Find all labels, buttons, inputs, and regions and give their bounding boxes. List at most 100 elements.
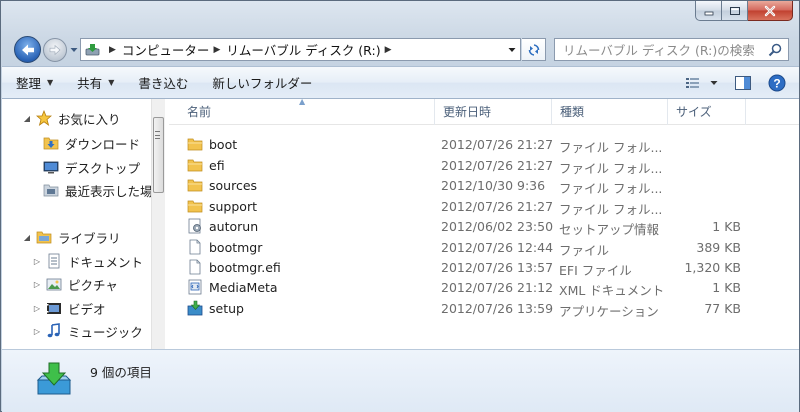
file-icon [187, 259, 203, 275]
collapse-icon[interactable]: ◢ [22, 114, 32, 123]
file-row[interactable]: autorun 2012/06/02 23:50 セットアップ情報 1 KB [169, 216, 799, 237]
file-size: 1 KB [712, 219, 741, 234]
close-button[interactable] [748, 1, 793, 21]
file-size: 389 KB [696, 240, 741, 255]
nav-label: ミュージック [68, 324, 143, 340]
folder-icon [187, 177, 203, 193]
file-size: 1,320 KB [684, 260, 741, 275]
file-list: ▲ 名前 更新日時 種類 サイズ boot 2012/07/26 21:27 フ… [169, 97, 799, 349]
file-name: efi [209, 157, 225, 173]
breadcrumb-separator-icon[interactable]: ▶ [385, 45, 392, 55]
recent-pages-dropdown[interactable] [69, 46, 78, 54]
nav-libraries[interactable]: ◢ ライブラリ [22, 227, 121, 247]
burn-button[interactable]: 書き込む [138, 73, 188, 92]
scrollbar-thumb[interactable] [153, 117, 164, 193]
expand-icon[interactable]: ▷ [32, 327, 42, 336]
toolbar-right: ? [679, 67, 799, 98]
forward-button[interactable] [43, 38, 67, 62]
file-type: セットアップ情報 [559, 222, 660, 237]
file-row[interactable]: support 2012/07/26 21:27 ファイル フォル... [169, 196, 799, 217]
nav-label: デスクトップ [65, 160, 141, 176]
file-date: 2012/10/30 9:36 [441, 178, 546, 193]
nav-label: 最近表示した場所 [65, 183, 151, 199]
navigation-scrollbar[interactable] [151, 99, 165, 349]
scrollbar-grip [155, 131, 160, 139]
nav-pictures[interactable]: ▷ ピクチャ [32, 274, 118, 294]
file-date: 2012/07/26 21:27 [441, 158, 554, 173]
nav-favorites[interactable]: ◢ お気に入り [22, 108, 121, 128]
file-row[interactable]: setup 2012/07/26 13:59 アプリケーション 77 KB [169, 298, 799, 319]
command-bar: 整理 ▼ 共有 ▼ 書き込む 新しいフォルダー ? [2, 66, 799, 99]
nav-label: ダウンロード [65, 136, 141, 152]
nav-videos[interactable]: ▷ ビデオ [32, 298, 106, 318]
file-size: 1 KB [712, 280, 741, 295]
navigation-pane: ◢ お気に入り ダウンロード デスクトップ 最近表示した場所 ◢ ライブラリ [2, 99, 151, 349]
svg-text:?: ? [773, 76, 780, 90]
column-date[interactable]: 更新日時 [435, 99, 552, 125]
column-type[interactable]: 種類 [552, 99, 668, 125]
file-date: 2012/07/26 13:57 [441, 260, 554, 275]
back-button[interactable] [14, 36, 41, 63]
share-button[interactable]: 共有 ▼ [77, 73, 114, 92]
file-row[interactable]: bootmgr.efi 2012/07/26 13:57 EFI ファイル 1,… [169, 257, 799, 278]
column-name[interactable]: 名前 [179, 99, 435, 125]
title-bar[interactable] [1, 1, 799, 31]
maximize-button[interactable] [722, 1, 748, 21]
minimize-button[interactable] [695, 1, 722, 21]
expand-icon[interactable]: ▷ [32, 304, 42, 313]
expand-icon[interactable]: ▷ [32, 280, 42, 289]
file-row[interactable]: efi 2012/07/26 21:27 ファイル フォル... [169, 155, 799, 176]
file-size: 77 KB [704, 301, 741, 316]
chevron-down-icon: ▼ [47, 78, 54, 87]
file-date: 2012/07/26 21:12 [441, 280, 554, 295]
desktop-icon [42, 159, 60, 175]
drive-icon [81, 39, 105, 60]
preview-pane-icon [735, 75, 751, 90]
new-folder-button[interactable]: 新しいフォルダー [212, 73, 312, 92]
chevron-down-icon: ▼ [108, 78, 115, 87]
details-pane: 9 個の項目 [2, 349, 799, 412]
chevron-down-icon [710, 80, 718, 85]
nav-documents[interactable]: ▷ ドキュメント [32, 251, 143, 271]
column-size[interactable]: サイズ [668, 99, 746, 125]
file-row[interactable]: MediaMeta 2012/07/26 21:12 XML ドキュメント 1 … [169, 277, 799, 298]
search-icon[interactable] [767, 42, 783, 58]
recent-places-icon [42, 182, 60, 198]
file-name: setup [209, 300, 244, 316]
search-placeholder: リムーバブル ディスク (R:)の検索 [563, 43, 755, 58]
file-date: 2012/07/26 13:59 [441, 301, 554, 316]
pictures-icon [45, 276, 63, 292]
breadcrumb-separator-icon[interactable]: ▶ [109, 45, 116, 55]
breadcrumb-removable-disk[interactable]: リムーバブル ディスク (R:) [226, 40, 380, 59]
downloads-folder-icon [42, 135, 60, 151]
minimize-icon [704, 11, 713, 15]
breadcrumb-computer[interactable]: コンピューター [122, 40, 210, 59]
view-dropdown-button[interactable] [707, 72, 721, 94]
address-dropdown-icon[interactable] [508, 46, 516, 54]
organize-button[interactable]: 整理 ▼ [16, 73, 53, 92]
file-type: アプリケーション [559, 304, 659, 319]
nav-downloads[interactable]: ダウンロード [42, 133, 140, 153]
folder-icon [187, 198, 203, 214]
view-options-button[interactable] [679, 72, 707, 94]
file-row[interactable]: bootmgr 2012/07/26 12:44 ファイル 389 KB [169, 237, 799, 258]
file-icon [187, 239, 203, 255]
help-button[interactable]: ? [763, 72, 791, 94]
file-date: 2012/07/26 21:27 [441, 199, 554, 214]
search-input[interactable]: リムーバブル ディスク (R:)の検索 [554, 38, 789, 61]
file-row[interactable]: boot 2012/07/26 21:27 ファイル フォル... [169, 134, 799, 155]
refresh-button[interactable] [522, 38, 546, 61]
breadcrumb-separator-icon[interactable]: ▶ [213, 45, 220, 55]
libraries-icon [35, 229, 53, 245]
expand-icon[interactable]: ▷ [32, 257, 42, 266]
nav-music[interactable]: ▷ ミュージック [32, 321, 143, 341]
address-bar[interactable]: ▶ コンピューター ▶ リムーバブル ディスク (R:) ▶ [80, 38, 521, 61]
file-row[interactable]: sources 2012/10/30 9:36 ファイル フォル... [169, 175, 799, 196]
file-name: autorun [209, 218, 259, 234]
chevron-down-icon [70, 48, 77, 52]
nav-desktop[interactable]: デスクトップ [42, 157, 140, 177]
file-name: MediaMeta [209, 279, 278, 295]
collapse-icon[interactable]: ◢ [22, 233, 32, 242]
preview-pane-button[interactable] [729, 72, 757, 94]
nav-recent-places[interactable]: 最近表示した場所 [42, 180, 151, 200]
